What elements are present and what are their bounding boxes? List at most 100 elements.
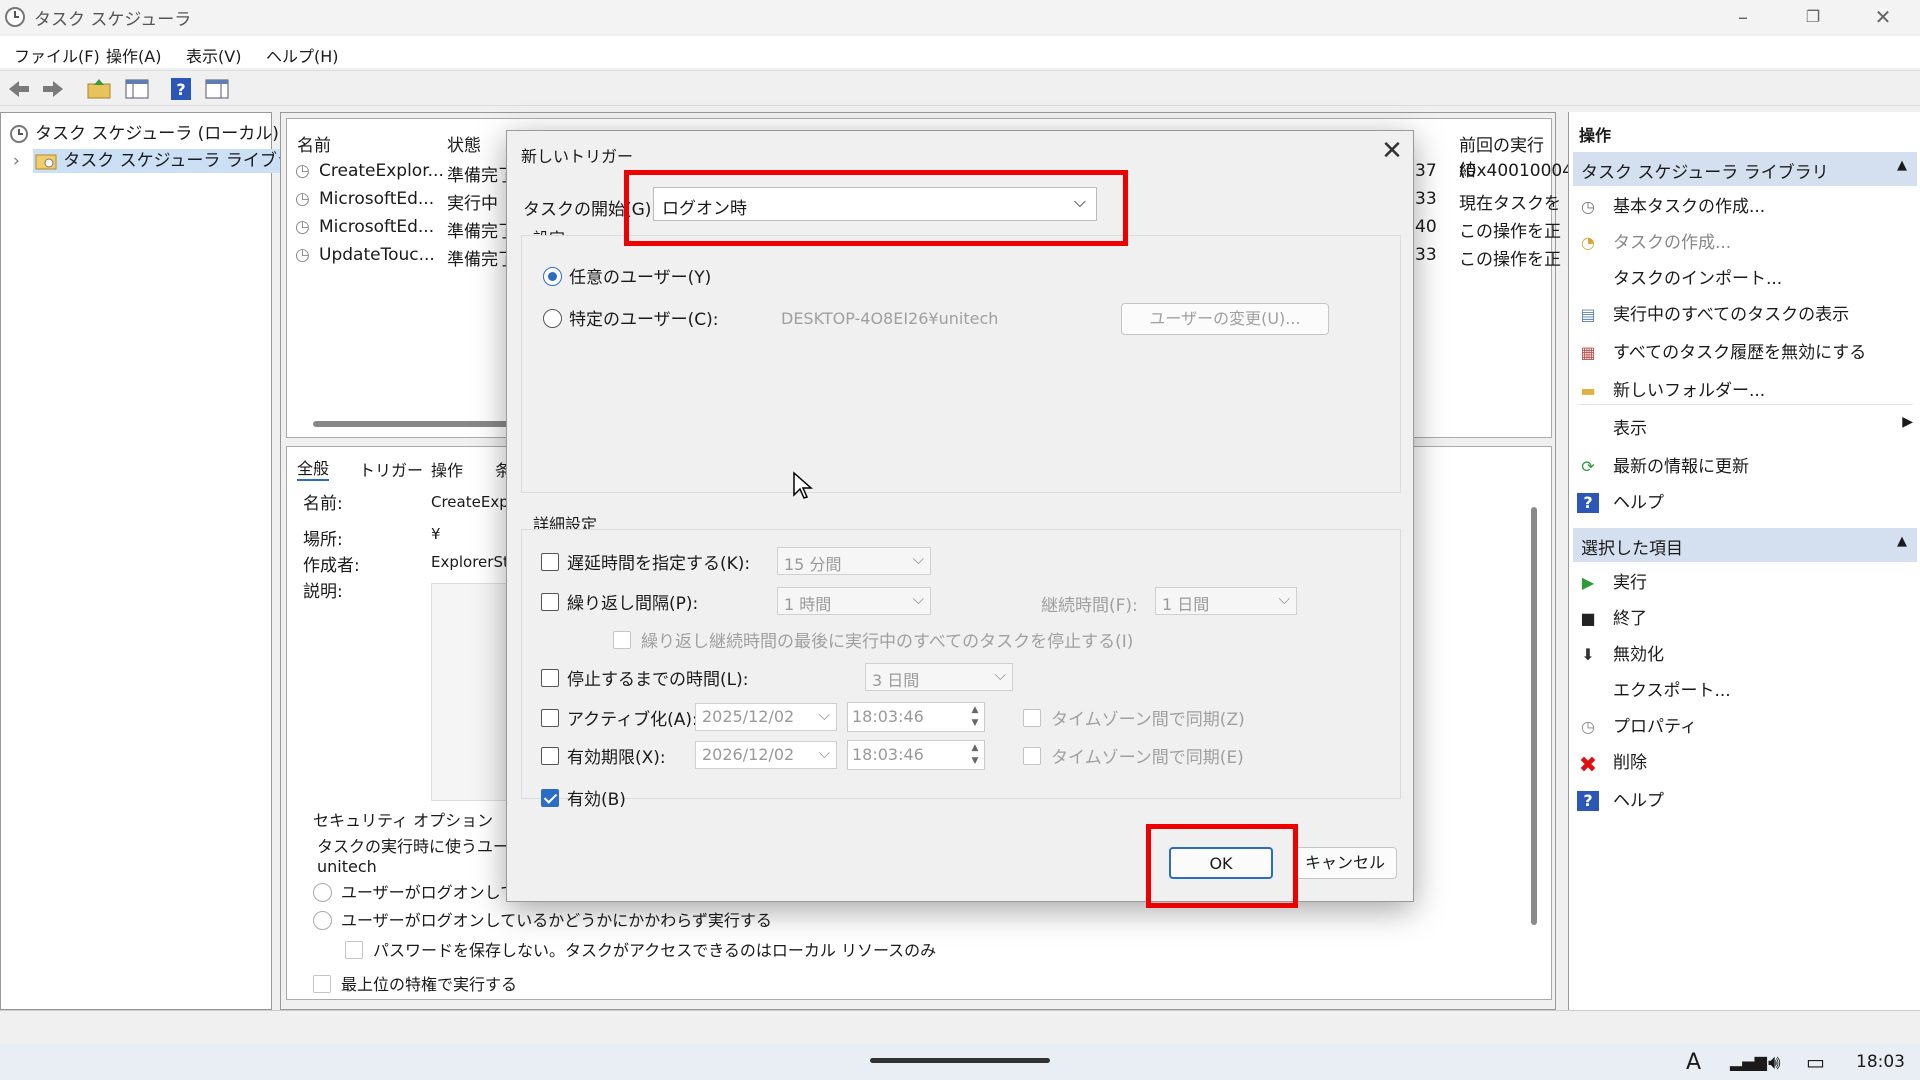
signal-icon[interactable]: ▂▄▆ bbox=[1730, 1052, 1767, 1071]
menu-help[interactable]: ヘルプ(H) bbox=[266, 43, 339, 67]
action-export[interactable]: エクスポート... bbox=[1577, 676, 1731, 701]
stop-after-label: 停止するまでの時間(L): bbox=[567, 670, 749, 690]
horizontal-scrollbar[interactable] bbox=[313, 421, 513, 427]
menu-view[interactable]: 表示(V) bbox=[186, 43, 241, 67]
action-refresh[interactable]: ⟳ 最新の情報に更新 bbox=[1577, 452, 1749, 477]
menu-action[interactable]: 操作(A) bbox=[106, 43, 161, 67]
spin-up-icon[interactable]: ▲ bbox=[968, 742, 982, 754]
highlight-ok-button bbox=[1146, 824, 1298, 908]
sync-timezone-e-label: タイムゾーン間で同期(E) bbox=[1051, 748, 1244, 768]
action-disable-history[interactable]: ▦ すべてのタスク履歴を無効にする bbox=[1577, 338, 1866, 363]
folder-up-icon[interactable] bbox=[86, 77, 112, 101]
tab-triggers[interactable]: トリガー bbox=[359, 457, 423, 481]
clock-icon: ◷ bbox=[295, 245, 310, 265]
action-display-running[interactable]: ▤ 実行中のすべてのタスクの表示 bbox=[1577, 300, 1849, 325]
tree-item-library[interactable]: › タスク スケジューラ ライブラリ bbox=[13, 146, 317, 173]
action-help-library[interactable]: ? ヘルプ bbox=[1577, 488, 1664, 513]
volume-icon[interactable]: 🔊︎ bbox=[1768, 1050, 1781, 1074]
run-when-logged-on-radio[interactable] bbox=[313, 883, 332, 902]
action-import-task[interactable]: タスクのインポート... bbox=[1577, 264, 1782, 289]
specific-user-radio[interactable] bbox=[543, 309, 562, 328]
restore-button[interactable]: ❐ bbox=[1790, 0, 1836, 34]
no-password-label: パスワードを保存しない。タスクがアクセスできるのはローカル リソースのみ bbox=[373, 941, 937, 960]
run-whether-logged-on-radio[interactable] bbox=[313, 911, 332, 930]
action-delete[interactable]: ✖ 削除 bbox=[1577, 748, 1647, 778]
spin-down-icon[interactable]: ▼ bbox=[968, 755, 982, 767]
expire-time-spinner[interactable]: 18:03:46 ▲ ▼ bbox=[847, 740, 985, 770]
back-arrow-icon[interactable] bbox=[6, 77, 32, 101]
delay-select[interactable]: 15 分間 ⌵ bbox=[777, 547, 931, 575]
repeat-checkbox[interactable] bbox=[541, 593, 559, 611]
action-create-task[interactable]: ◔ タスクの作成... bbox=[1577, 228, 1731, 253]
window-title: タスク スケジューラ bbox=[34, 10, 192, 30]
section-selected-label: 選択した項目 bbox=[1581, 539, 1683, 559]
section-library[interactable]: タスク スケジューラ ライブラリ ▲ bbox=[1573, 152, 1917, 186]
column-status[interactable]: 状態 bbox=[447, 131, 481, 156]
tree-label-local: タスク スケジューラ (ローカル) bbox=[35, 124, 279, 144]
minimize-button[interactable]: – bbox=[1720, 0, 1766, 34]
duration-label: 継続時間(F): bbox=[1041, 596, 1138, 616]
chevron-down-icon: ⌵ bbox=[1278, 590, 1290, 608]
menu-file[interactable]: ファイル(F) bbox=[14, 43, 100, 67]
chevron-right-icon[interactable]: › bbox=[13, 151, 20, 171]
ime-indicator-icon[interactable]: A bbox=[1686, 1050, 1701, 1075]
sync-timezone-e-checkbox[interactable] bbox=[1023, 747, 1041, 765]
tree-item-local[interactable]: タスク スケジューラ (ローカル) bbox=[9, 119, 279, 144]
location-value: ¥ bbox=[431, 525, 441, 543]
duration-select[interactable]: 1 日間 ⌵ bbox=[1155, 587, 1297, 615]
cancel-button[interactable]: キャンセル bbox=[1293, 847, 1397, 879]
tab-general[interactable]: 全般 bbox=[297, 455, 330, 481]
section-selected-item[interactable]: 選択した項目 ▲ bbox=[1573, 528, 1917, 562]
sync-timezone-z-checkbox[interactable] bbox=[1023, 709, 1041, 727]
action-help-selected[interactable]: ? ヘルプ bbox=[1577, 786, 1664, 811]
refresh-icon: ⟳ bbox=[1581, 457, 1595, 476]
section-library-label: タスク スケジューラ ライブラリ bbox=[1581, 163, 1829, 183]
activate-date-picker[interactable]: 2025/12/02 ⌵ bbox=[695, 703, 837, 731]
delay-checkbox[interactable] bbox=[541, 553, 559, 571]
collapse-icon[interactable]: ▲ bbox=[1897, 534, 1907, 549]
show-hide-console-tree-icon[interactable] bbox=[124, 77, 150, 101]
down-arrow-icon: ⬇ bbox=[1581, 645, 1595, 664]
chevron-down-icon: ⌵ bbox=[912, 590, 924, 608]
action-view[interactable]: 表示 ▶ bbox=[1577, 414, 1917, 439]
clock-icon bbox=[5, 7, 25, 27]
change-user-button[interactable]: ユーザーの変更(U)... bbox=[1121, 303, 1329, 335]
action-new-folder[interactable]: ▬ 新しいフォルダー... bbox=[1577, 376, 1765, 401]
action-disable[interactable]: ⬇ 無効化 bbox=[1577, 640, 1664, 665]
action-create-basic-task[interactable]: ◷ 基本タスクの作成... bbox=[1577, 192, 1765, 217]
enabled-checkbox[interactable] bbox=[541, 789, 559, 807]
repeat-select[interactable]: 1 時間 ⌵ bbox=[777, 587, 931, 615]
action-end[interactable]: ■ 終了 bbox=[1577, 604, 1647, 629]
stop-after-checkbox[interactable] bbox=[541, 669, 559, 687]
dialog-close-button[interactable]: ✕ bbox=[1375, 135, 1409, 169]
forward-arrow-icon[interactable] bbox=[40, 77, 66, 101]
expire-checkbox[interactable] bbox=[541, 747, 559, 765]
expire-date-picker[interactable]: 2026/12/02 ⌵ bbox=[695, 741, 837, 769]
collapse-icon[interactable]: ▲ bbox=[1897, 158, 1907, 173]
stop-repeat-checkbox[interactable] bbox=[613, 631, 631, 649]
any-user-radio[interactable] bbox=[543, 267, 562, 286]
activate-time-spinner[interactable]: 18:03:46 ▲ ▼ bbox=[847, 702, 985, 732]
spin-down-icon[interactable]: ▼ bbox=[968, 717, 982, 729]
action-properties[interactable]: ◷ プロパティ bbox=[1577, 712, 1697, 737]
show-hide-action-pane-icon[interactable] bbox=[204, 77, 230, 101]
no-password-checkbox[interactable] bbox=[345, 941, 363, 959]
spin-up-icon[interactable]: ▲ bbox=[968, 704, 982, 716]
vertical-scrollbar[interactable] bbox=[1531, 507, 1537, 925]
help-icon[interactable]: ? bbox=[168, 77, 194, 101]
tab-actions[interactable]: 操作 bbox=[431, 457, 463, 481]
action-run[interactable]: ▶ 実行 bbox=[1577, 568, 1647, 593]
battery-icon[interactable]: ▭ bbox=[1806, 1050, 1825, 1074]
activate-checkbox[interactable] bbox=[541, 709, 559, 727]
toolbar: ? bbox=[0, 70, 1920, 106]
submenu-arrow-icon: ▶ bbox=[1902, 414, 1913, 430]
column-name[interactable]: 名前 bbox=[297, 131, 331, 156]
clock-text[interactable]: 18:03 bbox=[1856, 1052, 1905, 1072]
description-box[interactable] bbox=[431, 583, 511, 801]
close-window-button[interactable]: ✕ bbox=[1860, 0, 1906, 34]
clock-icon: ◷ bbox=[295, 217, 310, 237]
menu-bar: ファイル(F) 操作(A) 表示(V) ヘルプ(H) bbox=[0, 36, 1920, 68]
highest-privileges-checkbox[interactable] bbox=[313, 975, 331, 993]
home-indicator[interactable] bbox=[870, 1058, 1050, 1063]
stop-after-select[interactable]: 3 日間 ⌵ bbox=[865, 663, 1013, 691]
